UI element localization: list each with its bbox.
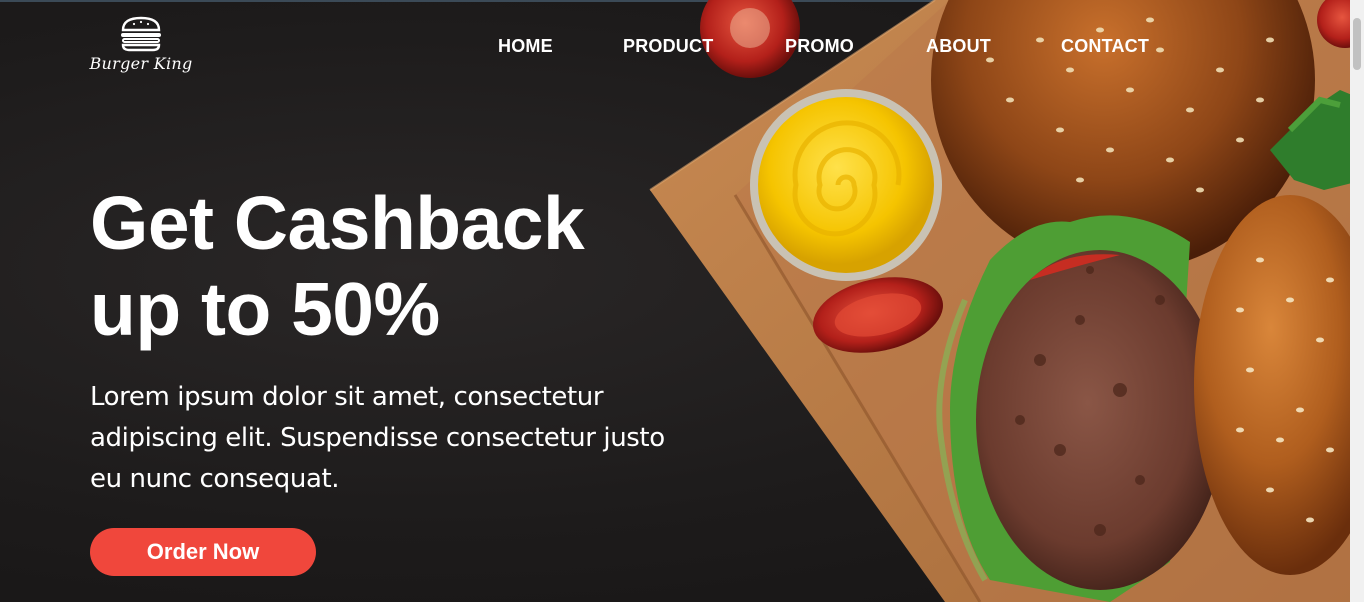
brand-name: Burger King xyxy=(89,54,193,73)
page-scrollbar[interactable] xyxy=(1350,0,1364,602)
hero-description: Lorem ipsum dolor sit amet, consectetur … xyxy=(90,382,665,494)
nav-link-contact[interactable]: CONTACT xyxy=(1061,36,1149,57)
nav-link-product[interactable]: PRODUCT xyxy=(623,36,713,57)
hero-section: Burger King HOME PRODUCT PROMO ABOUT CON… xyxy=(0,0,1364,602)
brand-logo[interactable]: Burger King xyxy=(86,16,196,80)
nav-link-home[interactable]: HOME xyxy=(498,36,553,57)
nav-link-promo[interactable]: PROMO xyxy=(785,36,854,57)
burger-icon xyxy=(121,16,161,52)
nav-link-about[interactable]: ABOUT xyxy=(926,36,991,57)
order-now-button[interactable]: Order Now xyxy=(90,528,316,576)
scrollbar-thumb[interactable] xyxy=(1353,18,1361,70)
hero-headline: Get Cashback up to 50% xyxy=(90,180,690,352)
headline-line-2: up to 50% xyxy=(90,267,440,351)
headline-line-1: Get Cashback xyxy=(90,181,585,265)
